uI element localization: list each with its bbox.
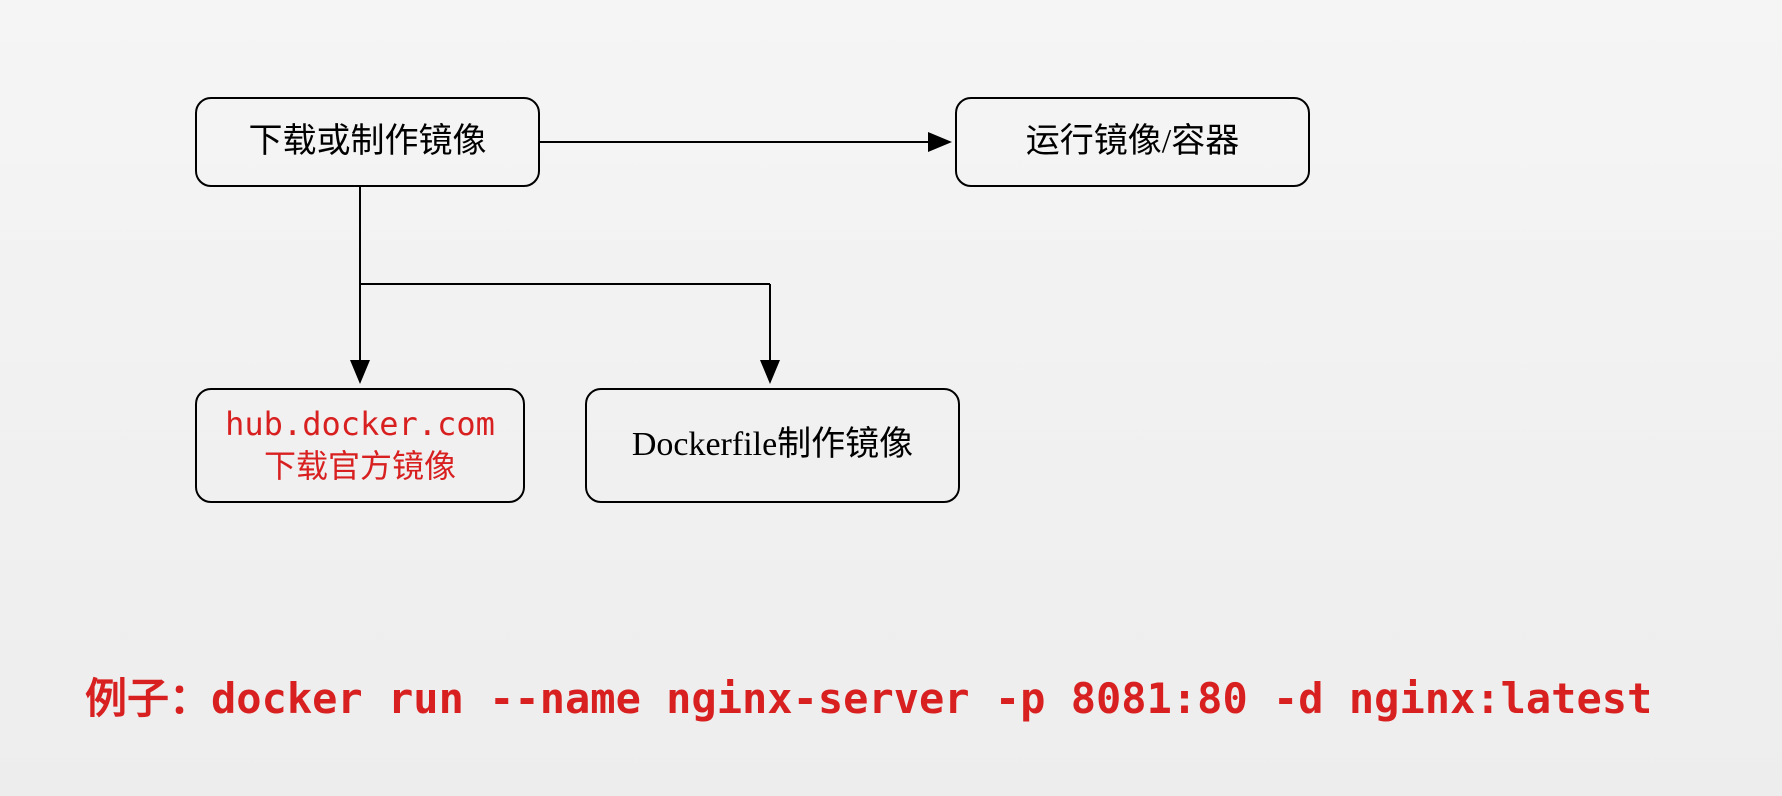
node-run-image-container: 运行镜像/容器	[955, 97, 1310, 187]
node-label: 运行镜像/容器	[1026, 120, 1239, 164]
node-hub-docker-download: hub.docker.com 下载官方镜像	[195, 388, 525, 503]
node-download-or-make-image: 下载或制作镜像	[195, 97, 540, 187]
node-label: Dockerfile制作镜像	[632, 423, 913, 467]
node-dockerfile-make-image: Dockerfile制作镜像	[585, 388, 960, 503]
node-label: hub.docker.com 下载官方镜像	[207, 404, 513, 487]
example-text: 例子：docker run --name nginx-server -p 808…	[85, 674, 1652, 723]
example-command: 例子：docker run --name nginx-server -p 808…	[85, 665, 1652, 726]
node-label: 下载或制作镜像	[249, 120, 487, 164]
